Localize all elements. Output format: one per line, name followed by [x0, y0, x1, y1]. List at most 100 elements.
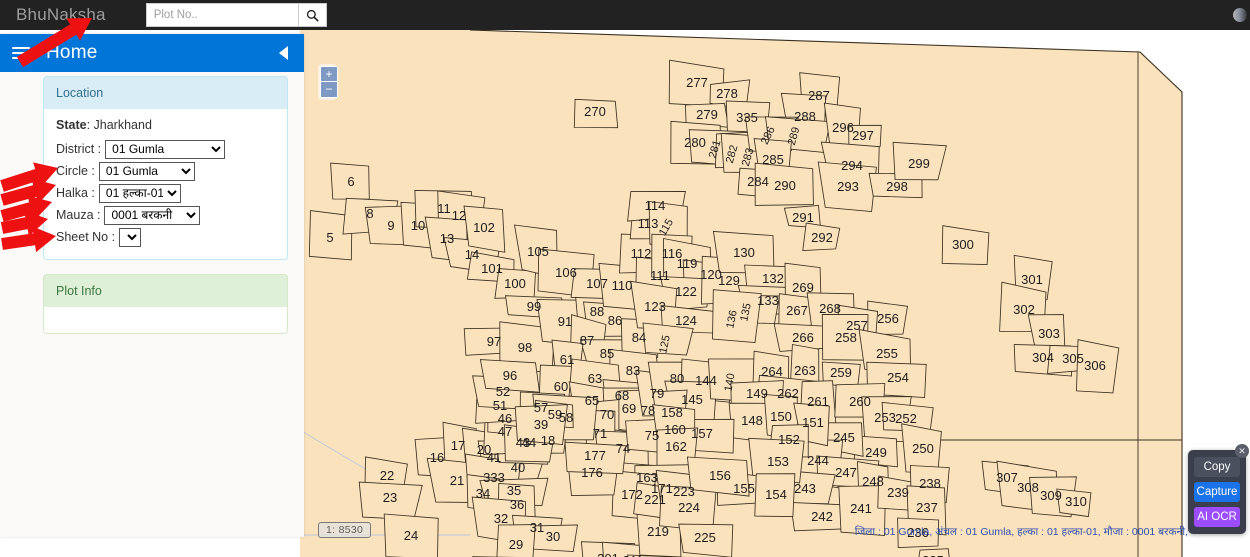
parcel-label: 52 [496, 384, 510, 399]
parcel-label: 160 [664, 422, 686, 437]
parcel-label: 86 [608, 313, 622, 328]
parcel-label: 97 [487, 334, 501, 349]
app-root: BhuNaksha Plot No.. 270 277 278 279 335 … [0, 0, 1250, 557]
parcel-label: 79 [650, 386, 664, 401]
parcel-label: 57 [534, 400, 548, 415]
parcel-label: 241 [850, 501, 872, 516]
parcel-label: 71 [593, 426, 607, 441]
parcel-label: 284 [747, 174, 769, 189]
parcel-label: 224 [678, 500, 700, 515]
hamburger-icon[interactable] [12, 47, 30, 59]
parcel-label: 17 [451, 438, 465, 453]
plot-info-card: Plot Info [43, 274, 288, 334]
state-row: State: Jharkhand [56, 118, 152, 132]
parcel-label: 298 [886, 179, 908, 194]
parcel-label: 75 [645, 428, 659, 443]
search-input[interactable] [145, 3, 298, 27]
parcel-label: 34 [476, 486, 490, 501]
parcel-label: 144 [695, 373, 717, 388]
parcel-label: 8 [366, 206, 373, 221]
parcel-label: 172 [621, 487, 643, 502]
parcel-label: 65 [585, 393, 599, 408]
capture-button[interactable]: Capture [1194, 482, 1240, 502]
parcel-label: 113 [638, 216, 659, 231]
parcel-label: 123 [644, 299, 666, 314]
parcel-label: 219 [647, 524, 669, 539]
parcel-label: 304 [1032, 350, 1054, 365]
parcel-label: 9 [387, 218, 394, 233]
parcel-label: 223 [673, 484, 695, 499]
zoom-controls: + − [318, 64, 338, 100]
parcel-label: 260 [849, 394, 871, 409]
circle-select[interactable]: 01 Gumla [98, 161, 195, 181]
parcel-label: 250 [912, 441, 934, 456]
parcel-label: 152 [778, 432, 800, 447]
parcel-label: 268 [819, 301, 841, 316]
parcel-label: 6 [347, 174, 354, 189]
halka-select[interactable]: 01 हल्का-01 [98, 183, 181, 203]
parcel-label: 177 [584, 448, 606, 463]
parcel-label: 264 [761, 364, 783, 379]
zoom-in-button[interactable]: + [320, 66, 338, 82]
user-avatar-icon [1233, 8, 1247, 22]
parcel-label: 30 [546, 529, 560, 544]
mauza-select[interactable]: 0001 बरकनी [104, 205, 201, 225]
parcel-label: 18 [541, 433, 555, 448]
parcel-label: 288 [794, 109, 816, 124]
parcel-label: 29 [509, 537, 523, 552]
parcel-label: 292 [811, 230, 833, 245]
parcel-label: 259 [830, 365, 852, 380]
parcel-label: 306 [1084, 358, 1106, 373]
parcel-label: 291 [792, 210, 814, 225]
chevron-left-icon[interactable] [279, 46, 288, 60]
account-menu[interactable] [1230, 0, 1250, 30]
parcel-label: 88 [590, 304, 604, 319]
parcel-label: 296 [832, 120, 854, 135]
parcel-label: 31 [530, 520, 544, 535]
close-icon[interactable]: ✕ [1235, 444, 1249, 458]
copy-button[interactable]: Copy [1194, 457, 1240, 477]
side-panel: Home Location State: Jharkhand District … [0, 34, 304, 537]
floating-toolbar: ✕ Copy Capture AI OCR [1188, 444, 1249, 534]
parcel-label: 243 [794, 481, 816, 496]
parcel-label: 225 [694, 530, 716, 545]
parcel-label: 119 [677, 256, 698, 271]
parcel-label: 150 [770, 409, 792, 424]
zoom-out-button[interactable]: − [320, 82, 338, 98]
parcel-label: 155 [733, 481, 755, 496]
ai-ocr-button[interactable]: AI OCR [1194, 507, 1240, 527]
map-scale: 1: 8530 [318, 522, 372, 538]
parcel-label: 176 [581, 465, 603, 480]
parcel-label: 153 [767, 454, 789, 469]
parcel-label: 41 [487, 450, 501, 465]
location-card: Location State: Jharkhand District : 01 … [43, 76, 288, 260]
halka-label: Halka : [56, 186, 95, 200]
parcel-label: 287 [808, 88, 830, 103]
parcel-label: 5 [326, 230, 333, 245]
parcel-label: 242 [811, 509, 833, 524]
parcel-label: 51 [493, 398, 507, 413]
district-select[interactable]: 01 Gumla [105, 139, 226, 159]
parcel-label: 266 [792, 330, 814, 345]
parcel-label: 61 [560, 352, 574, 367]
top-navbar: BhuNaksha [0, 0, 1250, 30]
parcel-label: 279 [696, 107, 718, 122]
map-attribution: जिला : 01 Gumla, अंचल : 01 Gumla, हल्का … [854, 526, 1188, 538]
parcel-label: 87 [580, 333, 594, 348]
panel-header: Home [0, 34, 304, 72]
search-button[interactable] [297, 3, 327, 27]
parcel-label: 40 [511, 460, 525, 475]
parcel-label: 132 [762, 271, 784, 286]
parcel-label: 294 [841, 158, 863, 173]
parcel-label: 96 [503, 368, 517, 383]
parcel-label: 47 [498, 424, 512, 439]
parcel-label: 255 [876, 346, 898, 361]
magnifier-icon [306, 9, 319, 21]
sheet-no-select[interactable] [119, 227, 142, 247]
state-label: State [56, 118, 87, 132]
brand-logo[interactable]: BhuNaksha [16, 5, 106, 25]
parcel-label: 310 [1065, 494, 1087, 509]
parcel-label: 24 [404, 528, 418, 543]
parcel-label: 248 [862, 474, 884, 489]
parcel-label: 309 [1040, 488, 1062, 503]
